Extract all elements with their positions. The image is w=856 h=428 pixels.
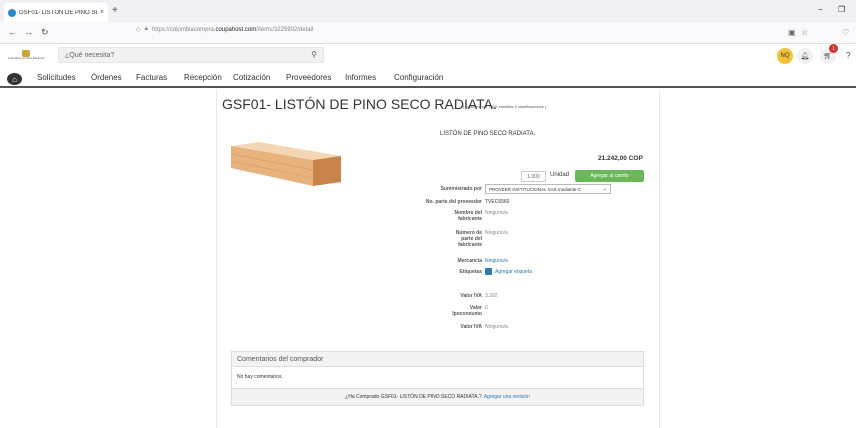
- url-path: /items/3225902/detail: [256, 26, 314, 33]
- bookmark-star-icon[interactable]: ☆: [801, 28, 808, 37]
- logo-text: Colombia Compra Eficiente: [7, 56, 45, 60]
- notifications-bell-icon[interactable]: 🔔︎: [797, 48, 813, 64]
- iva-label: Valor IVA: [460, 293, 482, 299]
- menu-informes[interactable]: Informes: [345, 73, 376, 82]
- price: 21.242,00 COP: [598, 155, 643, 162]
- add-review-link[interactable]: Agregar una revisión: [484, 394, 530, 400]
- tab-title: GSF01- LISTÓN DE PINO SECO R: [19, 9, 97, 16]
- supplier-select[interactable]: PROVEER INSTITUCIONAL SAS mediante C ⌄: [485, 184, 611, 194]
- supplier-part-value: TVEC6560: [485, 199, 510, 205]
- url-domain: coupahost.com: [215, 26, 257, 33]
- comments-header: Comentarios del comprador: [232, 352, 643, 367]
- browser-toolbar: ← → ↻ ◇ 🔒︎ https://colombiacompra.coupah…: [0, 22, 856, 44]
- url-prefix: https://colombiacompra.: [151, 26, 216, 33]
- menu-cotizacion[interactable]: Cotización: [233, 73, 270, 82]
- help-icon[interactable]: ?: [846, 51, 850, 60]
- review-prompt: ¿Ha Comprado GSF01- LISTÓN DE PINO SECO …: [232, 388, 643, 405]
- ipoconsumo-value: 0: [485, 305, 488, 311]
- tag-icon[interactable]: [485, 268, 492, 275]
- forward-icon[interactable]: →: [24, 27, 33, 37]
- menu-proveedores[interactable]: Proveedores: [286, 73, 331, 82]
- lock-icon: 🔒︎: [144, 26, 148, 32]
- ipoconsumo-label: Valor Ipoconsumo: [452, 305, 482, 317]
- reader-view-icon[interactable]: ▣: [788, 28, 796, 37]
- main-menu: ⌂ Solicitudes Órdenes Facturas Recepción…: [0, 70, 856, 88]
- address-bar[interactable]: ◇ 🔒︎ https://colombiacompra.coupahost.co…: [136, 26, 313, 33]
- cart-count-badge: 1: [829, 44, 838, 53]
- mfr-part-label: Número de parte del fabricante: [455, 230, 482, 248]
- page-title: GSF01- LISTÓN DE PINO SECO RADIATA.: [222, 96, 497, 112]
- commodity-label: Mercancía: [457, 258, 482, 264]
- browser-tab-bar: GSF01- LISTÓN DE PINO SECO R × + − ❐: [0, 0, 856, 22]
- favicon-icon: [8, 8, 16, 17]
- rating-text[interactable]: ( Actualmente 0.0/5 estrellas 0 clasific…: [463, 104, 546, 109]
- logo[interactable]: Colombia Compra Eficiente: [6, 50, 46, 64]
- search-icon[interactable]: ⚲: [311, 50, 317, 59]
- menu-configuracion[interactable]: Configuración: [394, 73, 443, 82]
- product-image: [231, 142, 341, 186]
- reload-icon[interactable]: ↻: [41, 27, 49, 38]
- manufacturer-label: Nombre del fabricante: [454, 210, 482, 222]
- shield-icon: ◇: [136, 27, 141, 33]
- chevron-down-icon: ⌄: [602, 186, 607, 192]
- iva2-value: Ninguno/a: [485, 324, 508, 330]
- commodity-value[interactable]: Ninguno/a: [485, 258, 508, 264]
- manufacturer-value: Ninguno/a: [485, 210, 508, 216]
- browser-tab[interactable]: GSF01- LISTÓN DE PINO SECO R ×: [4, 3, 108, 22]
- search-input[interactable]: ¿Qué necesita? ⚲: [58, 47, 324, 63]
- tags-label: Etiquetas: [459, 269, 482, 275]
- supplier-select-value: PROVEER INSTITUCIONAL SAS mediante C: [489, 186, 581, 192]
- menu-facturas[interactable]: Facturas: [136, 73, 167, 82]
- minimize-icon[interactable]: −: [818, 5, 823, 14]
- back-icon[interactable]: ←: [8, 27, 17, 37]
- home-icon[interactable]: ⌂: [7, 73, 22, 85]
- iva2-label: Valor IVA: [460, 324, 482, 330]
- iva-value: 3.392: [485, 293, 498, 299]
- supplier-part-label: No. parte del proveedor: [425, 199, 482, 205]
- pocket-icon[interactable]: ♡: [842, 28, 849, 37]
- quantity-input[interactable]: 1,000: [521, 171, 546, 182]
- menu-ordenes[interactable]: Órdenes: [91, 73, 122, 82]
- review-prompt-text: ¿Ha Comprado GSF01- LISTÓN DE PINO SECO …: [345, 394, 482, 400]
- no-comments-text: No hay comentarios.: [237, 374, 283, 380]
- buyer-comments: Comentarios del comprador No hay comenta…: [231, 351, 644, 406]
- new-tab-button[interactable]: +: [112, 5, 118, 16]
- unit-label: Unidad: [550, 172, 570, 178]
- avatar[interactable]: NQ: [777, 48, 793, 64]
- supplied-by-label: Suministrado por: [440, 186, 482, 192]
- product-description: LISTÓN DE PINO SECO RADIATA.: [440, 131, 536, 137]
- menu-recepcion[interactable]: Recepción: [184, 73, 222, 82]
- search-placeholder: ¿Qué necesita?: [65, 51, 115, 59]
- restore-icon[interactable]: ❐: [838, 5, 845, 14]
- menu-solicitudes[interactable]: Solicitudes: [37, 73, 76, 82]
- add-tag-link[interactable]: Agregar etiqueta: [495, 269, 532, 275]
- mfr-part-value: Ninguno/a: [485, 230, 508, 236]
- close-tab-icon[interactable]: ×: [100, 9, 104, 16]
- add-to-cart-button[interactable]: Agregar al carrito: [575, 170, 644, 182]
